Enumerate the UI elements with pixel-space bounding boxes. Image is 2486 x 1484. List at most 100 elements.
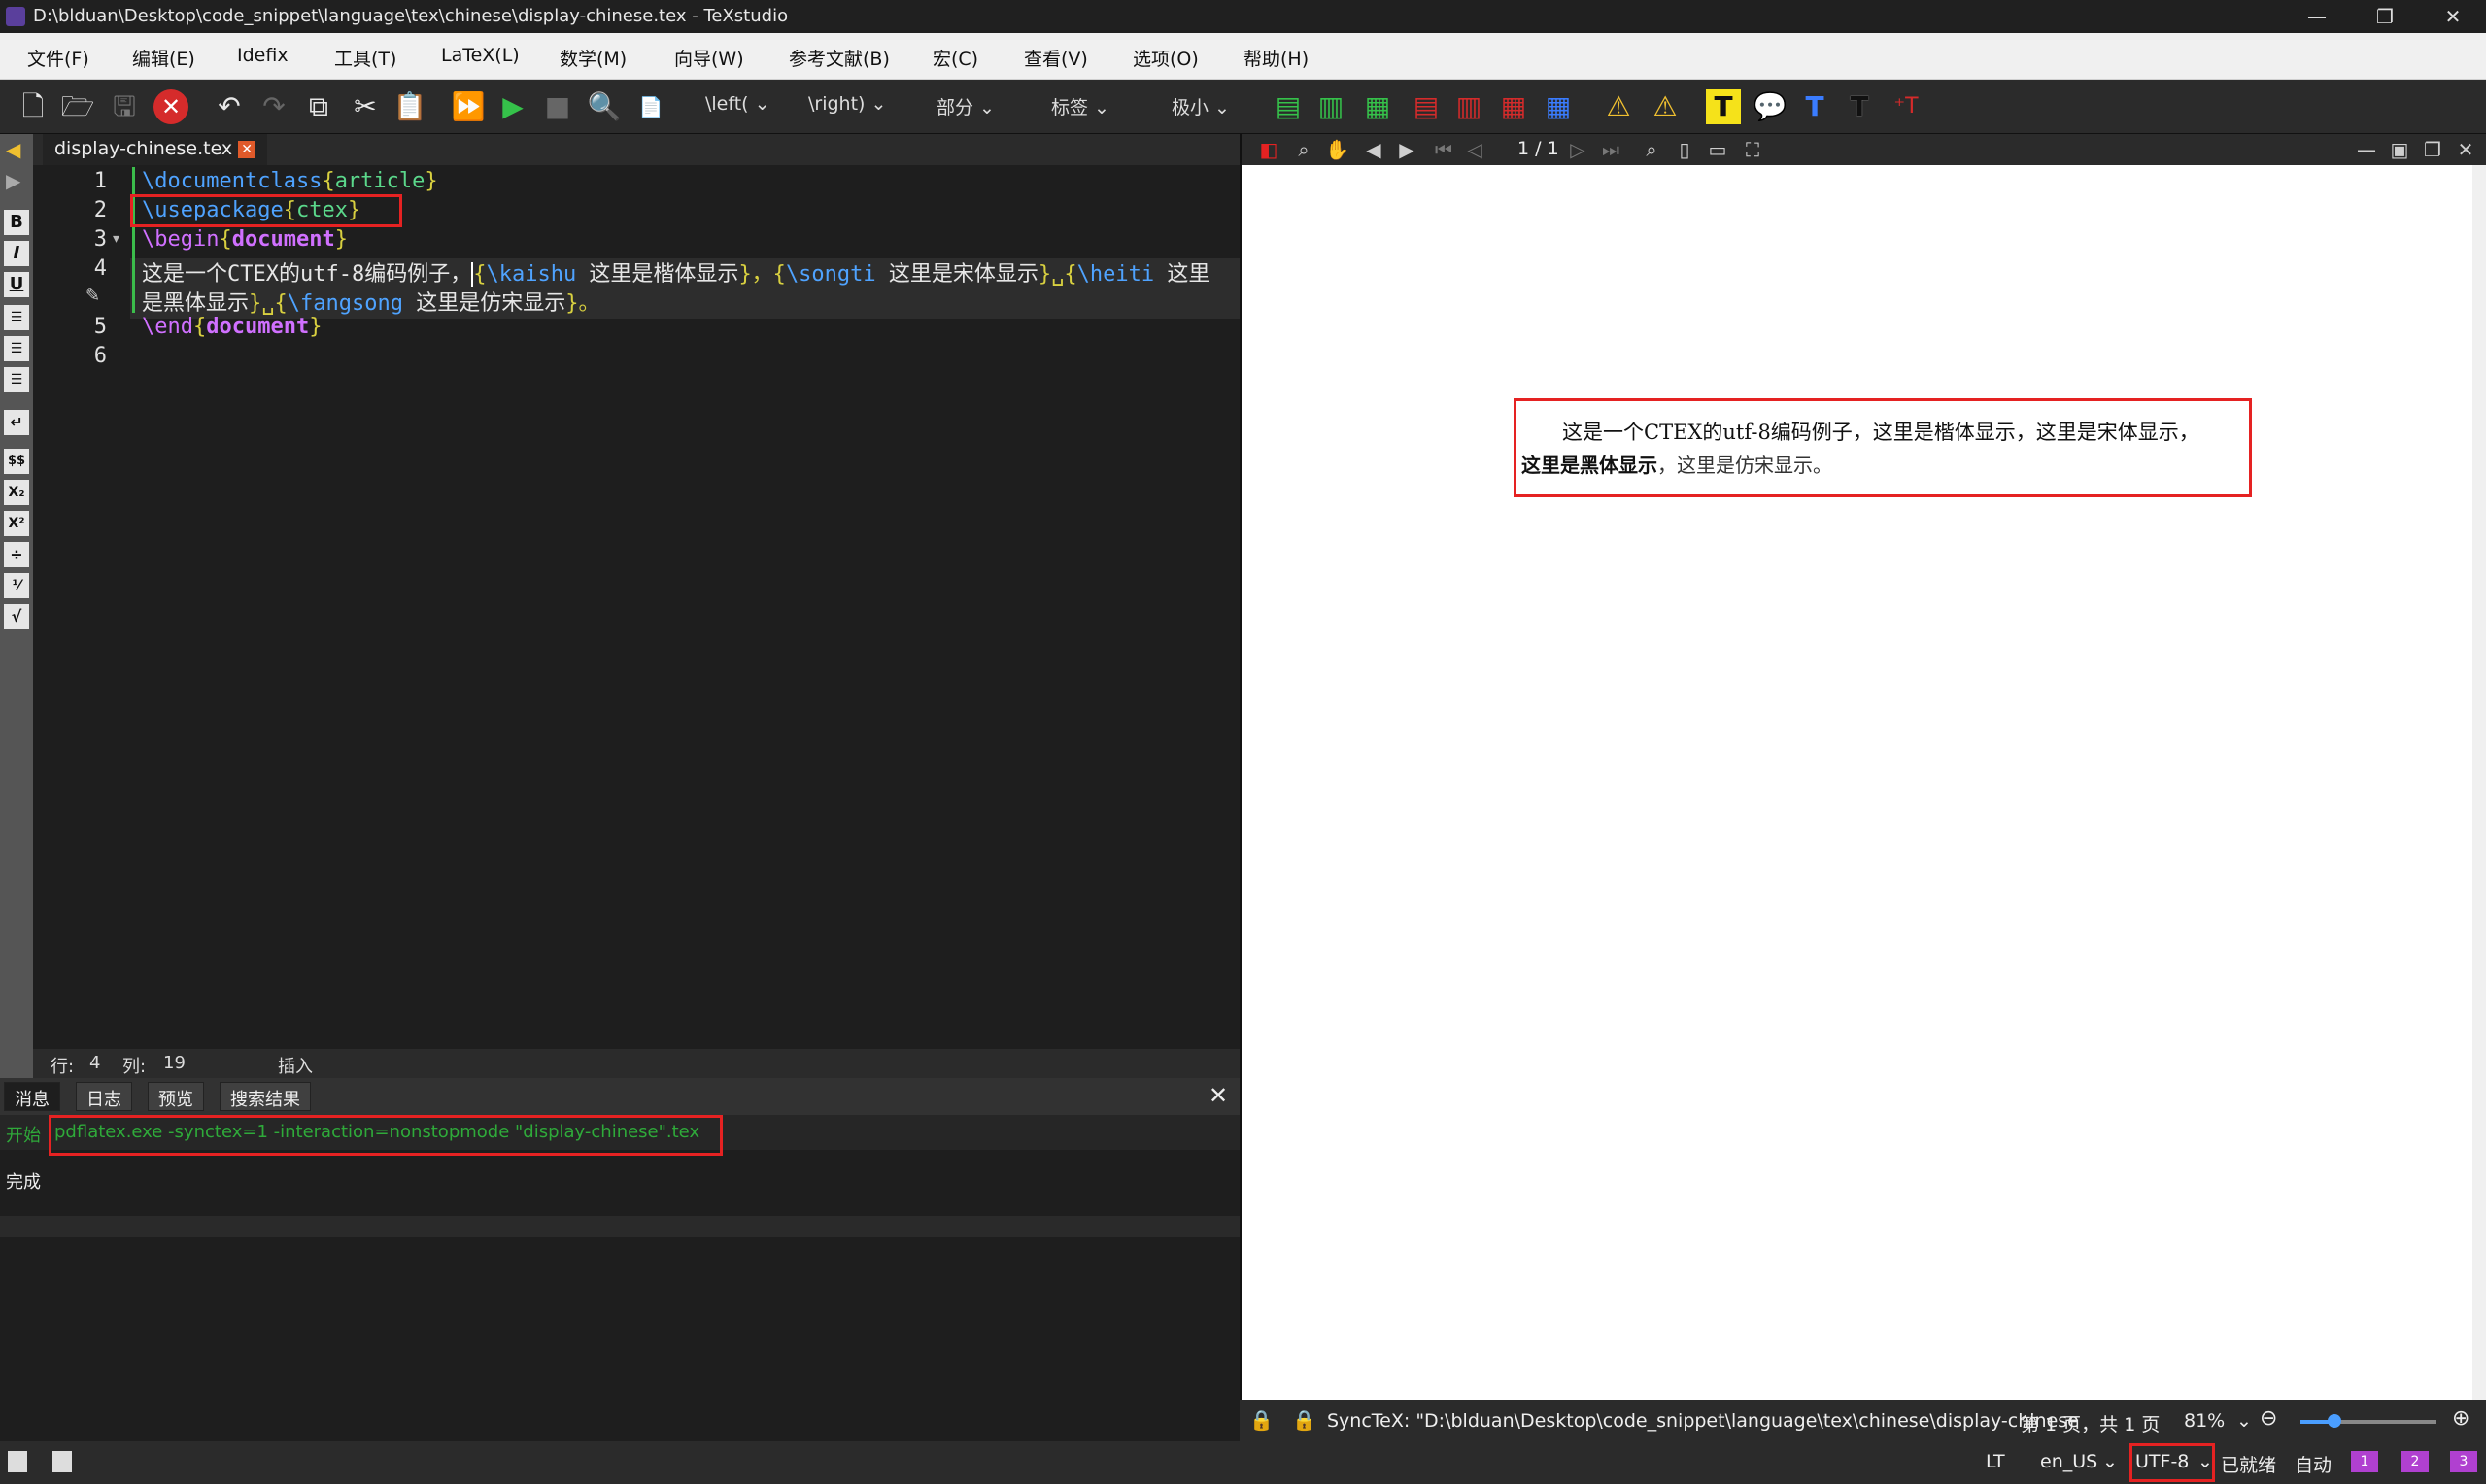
prev-page-icon[interactable]: ◁: [1463, 138, 1486, 161]
menu-help[interactable]: 帮助(H): [1243, 45, 1309, 71]
code-editor[interactable]: 1 2 3 ▾ 4 ✎ 5 6 \documentclass{article} …: [33, 165, 1240, 1049]
language-tool-label[interactable]: LT: [1986, 1451, 2005, 1472]
menu-view[interactable]: 查看(V): [1024, 45, 1088, 71]
tab-display-chinese[interactable]: display-chinese.tex ✕: [43, 134, 268, 165]
bookmark-2-icon[interactable]: 2: [2401, 1451, 2429, 1472]
compile-icon[interactable]: ▶: [495, 89, 530, 124]
menu-idefix[interactable]: Idefix: [237, 45, 289, 66]
minimize-button[interactable]: —: [2283, 2, 2351, 31]
newline-icon[interactable]: ↵: [4, 410, 29, 435]
close-file-icon[interactable]: ✕: [153, 89, 188, 124]
underline-icon[interactable]: U: [4, 272, 29, 297]
warning-next-icon[interactable]: ⚠: [1648, 89, 1683, 124]
math-mode-icon[interactable]: $$: [4, 449, 29, 474]
tab-messages[interactable]: 消息: [4, 1082, 60, 1111]
zoom-search-icon[interactable]: ⌕: [1292, 138, 1315, 161]
label-dropdown[interactable]: 标签 ⌄: [1051, 93, 1109, 120]
menu-bibliography[interactable]: 参考文献(B): [789, 45, 890, 71]
build-and-view-icon[interactable]: ⏩: [451, 89, 486, 124]
italic-icon[interactable]: I: [4, 241, 29, 266]
stop-icon[interactable]: ■: [540, 89, 575, 124]
zoom-out-icon[interactable]: ⊖: [2260, 1406, 2277, 1431]
redo-icon[interactable]: ↷: [256, 89, 291, 124]
view-pdf-icon[interactable]: 🔍: [587, 89, 622, 124]
left-delimiter-dropdown[interactable]: \left( ⌄: [705, 93, 770, 120]
comment-icon[interactable]: 💬: [1753, 89, 1788, 124]
view-log-icon[interactable]: 📄: [633, 89, 668, 124]
bold-icon[interactable]: B: [4, 210, 29, 235]
superscript-icon[interactable]: X²: [4, 511, 29, 536]
pdf-viewer[interactable]: [1240, 165, 2486, 1400]
forward-arrow-icon[interactable]: ▶: [6, 169, 20, 192]
dfrac-icon[interactable]: ⅟: [4, 573, 29, 598]
new-file-icon[interactable]: 🗋: [16, 89, 51, 124]
pdf-icon[interactable]: ◧: [1257, 138, 1280, 161]
toggle-structure-icon[interactable]: [8, 1451, 27, 1472]
back-icon[interactable]: ◀: [1362, 138, 1385, 161]
close-panel-icon[interactable]: ✕: [1209, 1082, 1228, 1109]
fold-arrow-icon[interactable]: ▾: [113, 231, 119, 247]
close-window-button[interactable]: ✕: [2419, 2, 2486, 31]
page-indicator[interactable]: 1 / 1: [1517, 138, 1559, 159]
close-tab-icon[interactable]: ✕: [238, 140, 256, 158]
menu-wizards[interactable]: 向导(W): [674, 45, 744, 71]
hand-tool-icon[interactable]: ✋: [1325, 138, 1349, 161]
zoom-value[interactable]: 81%: [2184, 1410, 2225, 1432]
text-blue-icon[interactable]: T: [1797, 89, 1832, 124]
menu-edit[interactable]: 编辑(E): [132, 45, 195, 71]
zoom-in-icon[interactable]: ⊕: [2452, 1406, 2469, 1431]
copy-icon[interactable]: ⧉: [301, 89, 336, 124]
menu-math[interactable]: 数学(M): [560, 45, 627, 71]
bookmark-3-icon[interactable]: 3: [2450, 1451, 2477, 1472]
continuous-icon[interactable]: ▭: [1706, 138, 1729, 161]
zoom-dropdown-icon[interactable]: ⌄: [2236, 1410, 2252, 1432]
paste-icon[interactable]: 📋: [392, 89, 427, 124]
menu-file[interactable]: 文件(F): [27, 45, 89, 71]
back-arrow-icon[interactable]: ◀: [6, 138, 20, 161]
table-remove-column-icon[interactable]: ▥: [1451, 89, 1486, 124]
menu-latex[interactable]: LaTeX(L): [441, 45, 520, 66]
text-strike-icon[interactable]: T: [1842, 89, 1877, 124]
bookmark-tag-icon[interactable]: ✎: [85, 286, 100, 306]
table-insert-icon[interactable]: ▦: [1360, 89, 1395, 124]
fraction-icon[interactable]: ÷: [4, 542, 29, 567]
align-right-icon[interactable]: ☰: [4, 367, 29, 392]
subscript-icon[interactable]: X₂: [4, 480, 29, 505]
text-add-icon[interactable]: ⁺T: [1889, 89, 1924, 124]
table-remove-row-icon[interactable]: ▤: [1409, 89, 1444, 124]
insert-mode[interactable]: 插入: [278, 1053, 313, 1078]
zoom-slider-handle[interactable]: [2328, 1414, 2341, 1428]
minimize-viewer-icon[interactable]: —: [2355, 138, 2378, 161]
align-center-icon[interactable]: ☰: [4, 336, 29, 361]
dock-viewer-icon[interactable]: ▣: [2388, 138, 2411, 161]
window-viewer-icon[interactable]: ❐: [2421, 138, 2444, 161]
table-add-row-icon[interactable]: ▤: [1271, 89, 1306, 124]
maximize-button[interactable]: ❐: [2351, 2, 2419, 31]
table-cut-icon[interactable]: ▦: [1496, 89, 1531, 124]
close-viewer-icon[interactable]: ✕: [2454, 138, 2477, 161]
save-icon[interactable]: 🖫: [107, 89, 142, 124]
tab-log[interactable]: 日志: [76, 1082, 132, 1111]
single-page-icon[interactable]: ▯: [1673, 138, 1696, 161]
align-left-icon[interactable]: ☰: [4, 305, 29, 330]
menu-options[interactable]: 选项(O): [1133, 45, 1199, 71]
table-add-column-icon[interactable]: ▥: [1313, 89, 1348, 124]
forward-icon[interactable]: ▶: [1395, 138, 1418, 161]
section-dropdown[interactable]: 部分 ⌄: [937, 93, 995, 120]
viewer-scrollbar[interactable]: [2472, 165, 2486, 1400]
menu-tools[interactable]: 工具(T): [334, 45, 396, 71]
tab-preview[interactable]: 预览: [148, 1082, 204, 1111]
lock-sync-icon[interactable]: 🔒: [1292, 1408, 1316, 1432]
menu-macros[interactable]: 宏(C): [933, 45, 978, 71]
zoom-slider-track[interactable]: [2300, 1414, 2436, 1428]
warning-prev-icon[interactable]: ⚠: [1601, 89, 1636, 124]
undo-icon[interactable]: ↶: [212, 89, 247, 124]
sqrt-icon[interactable]: √: [4, 604, 29, 629]
open-file-icon[interactable]: 🗁: [60, 89, 95, 124]
first-page-icon[interactable]: ⏮: [1432, 138, 1455, 161]
next-page-icon[interactable]: ▷: [1566, 138, 1589, 161]
language-dropdown-icon[interactable]: ⌄: [2102, 1451, 2118, 1472]
spell-language[interactable]: en_US: [2040, 1451, 2097, 1472]
font-size-dropdown[interactable]: 极小 ⌄: [1172, 93, 1230, 120]
right-delimiter-dropdown[interactable]: \right) ⌄: [808, 93, 886, 120]
